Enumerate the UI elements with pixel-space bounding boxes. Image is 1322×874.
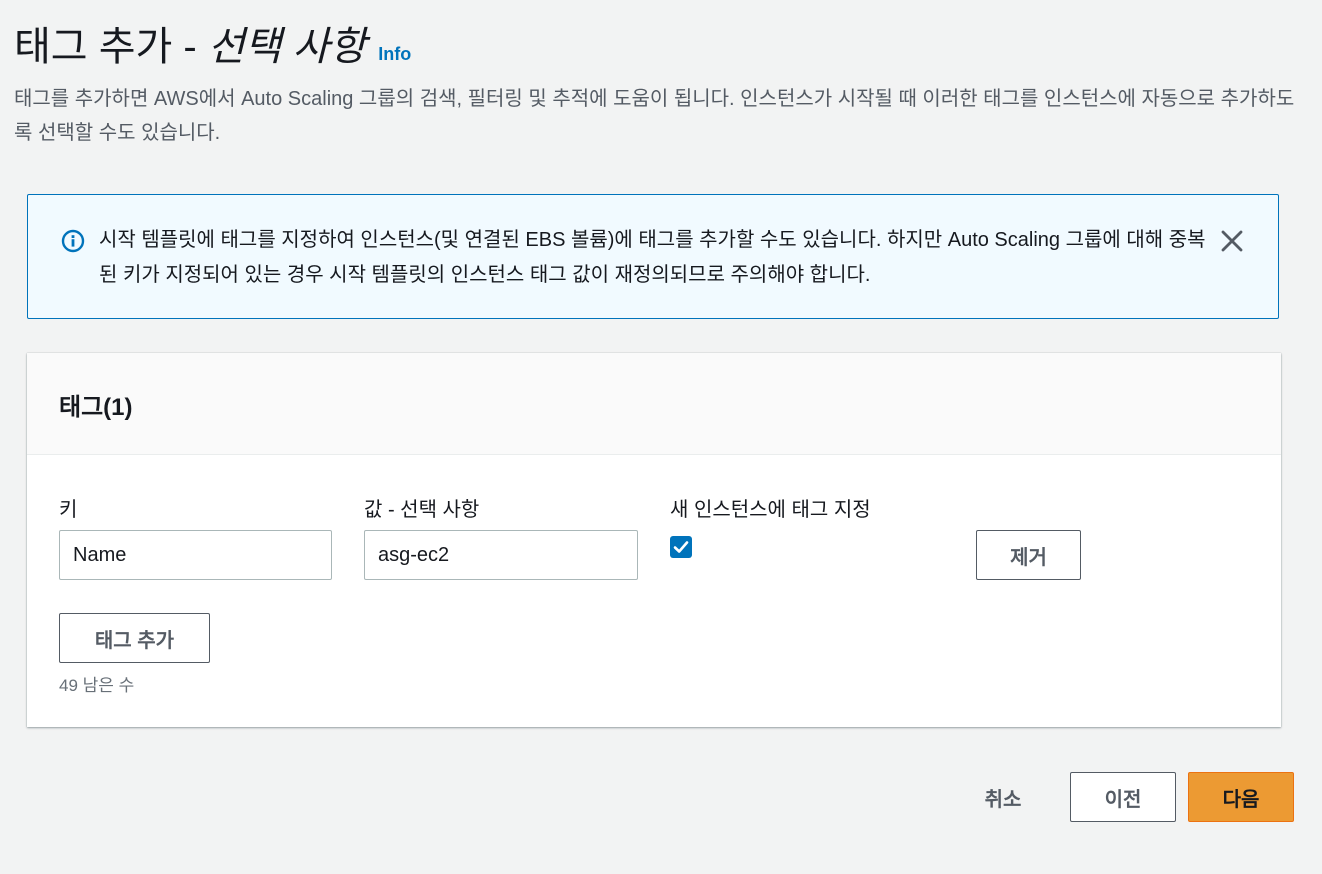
add-tag-button[interactable]: 태그 추가: [59, 613, 210, 663]
previous-button[interactable]: 이전: [1070, 772, 1176, 822]
propagate-label: 새 인스턴스에 태그 지정: [670, 499, 871, 521]
tags-card-header: 태그(1): [27, 353, 1281, 455]
page-title-optional: 선택 사항: [207, 25, 367, 69]
page-title: 태그 추가 - 선택 사항: [14, 14, 366, 72]
next-button[interactable]: 다음: [1188, 772, 1294, 822]
info-alert: 시작 템플릿에 태그를 지정하여 인스턴스(및 연결된 EBS 볼륨)에 태그를…: [27, 194, 1279, 319]
alert-message: 시작 템플릿에 태그를 지정하여 인스턴스(및 연결된 EBS 볼륨)에 태그를…: [99, 229, 1206, 286]
tags-card: 태그(1) 키 값 - 선택 사항 새 인스턴스에 태그 지정 제거 태그 추가…: [27, 353, 1281, 727]
info-link[interactable]: Info: [378, 44, 411, 65]
value-label: 값 - 선택 사항: [364, 499, 480, 521]
alert-dismiss-button[interactable]: [1217, 226, 1247, 256]
cancel-button[interactable]: 취소: [968, 772, 1038, 822]
page-description: 태그를 추가하면 AWS에서 Auto Scaling 그룹의 검색, 필터링 …: [14, 88, 1295, 144]
remove-tag-button[interactable]: 제거: [976, 530, 1081, 580]
tag-value-input[interactable]: [364, 530, 638, 580]
checkmark-icon: [673, 541, 689, 553]
tags-card-title: 태그(1): [59, 394, 133, 421]
remaining-tag-count: 49 남은 수: [59, 676, 135, 695]
page-header: 태그 추가 - 선택 사항 Info: [14, 14, 411, 72]
close-icon: [1221, 230, 1243, 252]
page-title-main: 태그 추가 -: [14, 25, 208, 69]
info-circle-icon: [61, 229, 85, 253]
tag-key-input[interactable]: [59, 530, 332, 580]
key-label: 키: [59, 499, 78, 521]
propagate-checkbox[interactable]: [670, 536, 692, 558]
